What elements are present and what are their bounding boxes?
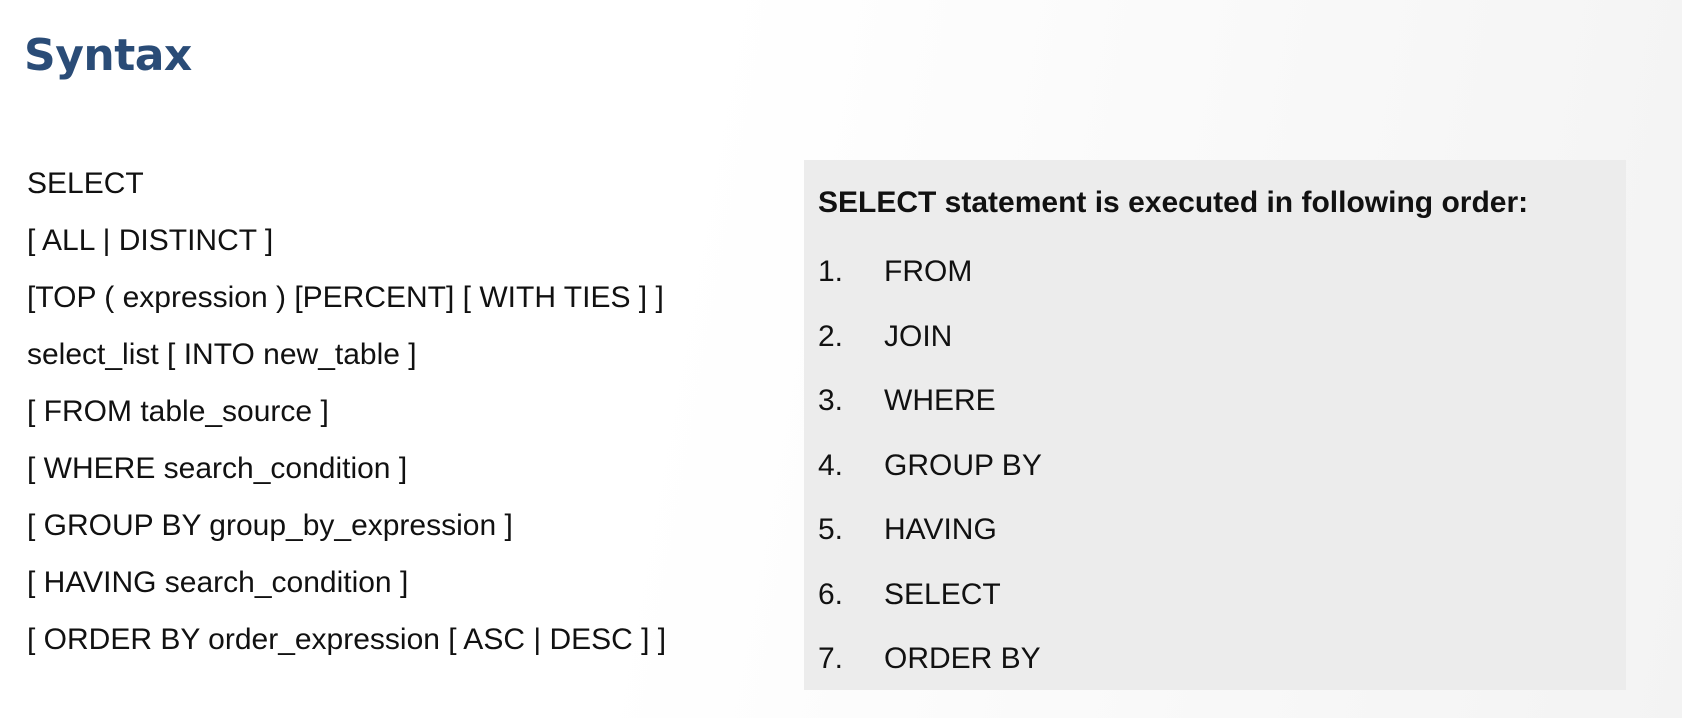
syntax-line-order-by: [ ORDER BY order_expression [ ASC | DESC… [27,623,667,656]
syntax-list: SELECT [ ALL | DISTINCT ] [TOP ( express… [27,158,666,671]
syntax-line-all-distinct: [ ALL | DISTINCT ] [27,224,274,257]
execution-order-list: 1. FROM 2. JOIN 3. WHERE 4. GROUP BY 5. … [818,240,1042,692]
order-item-from: 1. FROM [818,240,1042,305]
syntax-line-top: [TOP ( expression ) [PERCENT] [ WITH TIE… [27,281,664,314]
page-title: Syntax [24,30,192,81]
order-item-order-by: 7. ORDER BY [818,627,1042,692]
order-item-number: 6. [818,577,844,611]
order-item-number: 7. [818,642,844,675]
order-item-where: 3. WHERE [818,369,1042,434]
order-item-select: 6. SELECT [818,563,1042,628]
order-item-number: 2. [818,319,844,353]
order-item-number: 3. [818,384,844,417]
execution-order-heading: SELECT statement is executed in followin… [818,186,1529,219]
order-item-label: GROUP BY [884,448,1042,482]
syntax-line-select: SELECT [27,167,144,200]
syntax-line-having: [ HAVING search_condition ] [27,566,409,599]
order-item-group-by: 4. GROUP BY [818,434,1042,499]
order-item-label: ORDER BY [884,642,1041,675]
syntax-line-select-list: select_list [ INTO new_table ] [27,338,417,371]
syntax-line-from: [ FROM table_source ] [27,395,329,428]
syntax-line-group-by: [ GROUP BY group_by_expression ] [27,509,513,542]
syntax-line-where: [ WHERE search_condition ] [27,452,408,485]
slide: Syntax SELECT [ ALL | DISTINCT ] [TOP ( … [0,0,1682,718]
order-item-having: 5. HAVING [818,498,1042,563]
order-item-label: FROM [884,255,973,288]
execution-order-panel: SELECT statement is executed in followin… [804,160,1626,690]
order-item-label: HAVING [884,513,997,546]
order-item-join: 2. JOIN [818,305,1042,370]
order-item-number: 1. [818,255,844,288]
order-item-number: 4. [818,448,844,482]
order-item-label: SELECT [884,577,1001,611]
order-item-number: 5. [818,513,844,546]
order-item-label: WHERE [884,384,996,417]
order-item-label: JOIN [884,319,953,353]
